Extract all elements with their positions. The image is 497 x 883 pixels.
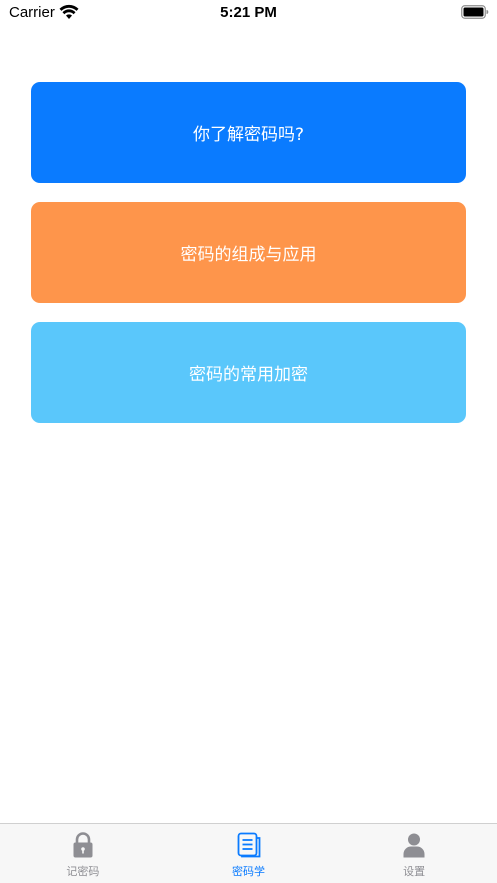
status-time: 5:21 PM: [220, 4, 277, 21]
battery-icon: [461, 5, 489, 19]
tab-record-passwords[interactable]: 记密码: [0, 824, 166, 883]
menu-item-label: 密码的常用加密: [189, 365, 308, 385]
menu-item-know-passwords[interactable]: 你了解密码吗?: [31, 82, 466, 183]
menu-item-label: 密码的组成与应用: [180, 245, 317, 265]
menu-item-common-encryption[interactable]: 密码的常用加密: [31, 322, 466, 423]
tab-bar: 记密码 密码学 设置: [0, 823, 497, 883]
tab-label: 密码学: [232, 865, 265, 878]
menu-item-label: 你了解密码吗?: [192, 125, 305, 145]
tab-cryptography[interactable]: 密码学: [166, 824, 332, 883]
tab-label: 设置: [403, 865, 426, 878]
menu-item-password-composition[interactable]: 密码的组成与应用: [31, 202, 466, 303]
person-icon: [403, 833, 425, 858]
tab-label: 记密码: [66, 865, 100, 878]
tab-settings[interactable]: 设置: [331, 824, 497, 883]
lock-icon: [73, 832, 93, 858]
menu-list: 你了解密码吗? 密码的组成与应用 密码的常用加密: [31, 82, 466, 442]
status-bar: Carrier 5:21 PM: [0, 0, 497, 26]
document-icon: [237, 832, 260, 858]
